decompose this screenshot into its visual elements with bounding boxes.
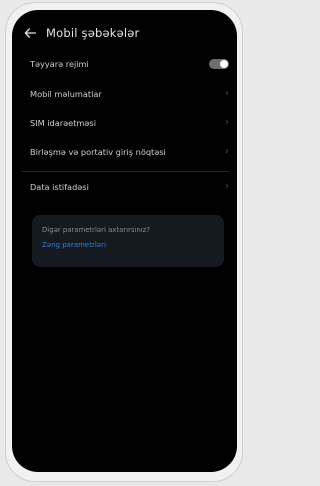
- airplane-mode-row[interactable]: Təyyarə rejimi: [30, 53, 229, 75]
- back-arrow-icon[interactable]: [22, 25, 38, 41]
- tethering-hotspot-row[interactable]: Birləşmə və portativ giriş nöqtəsi ›: [30, 141, 229, 163]
- suggestion-question: Digər parametrləri axtarırsınız?: [42, 226, 150, 234]
- airplane-mode-label: Təyyarə rejimi: [30, 59, 89, 69]
- top-bar: Mobil şəbəkələr: [22, 22, 139, 44]
- chevron-right-icon: ›: [225, 181, 229, 192]
- call-settings-link[interactable]: Zəng parametrləri: [42, 241, 106, 249]
- data-usage-label: Data istifadəsi: [30, 182, 89, 192]
- phone-screen: Mobil şəbəkələr Təyyarə rejimi Mobil məl…: [12, 10, 237, 472]
- mobile-data-label: Mobil məlumatlar: [30, 89, 102, 99]
- sim-management-row[interactable]: SIM idarəetməsi ›: [30, 112, 229, 134]
- airplane-mode-toggle[interactable]: [209, 59, 229, 69]
- sim-management-label: SIM idarəetməsi: [30, 118, 96, 128]
- toggle-knob: [220, 60, 228, 68]
- suggestion-card: Digər parametrləri axtarırsınız? Zəng pa…: [32, 215, 224, 267]
- tethering-hotspot-label: Birləşmə və portativ giriş nöqtəsi: [30, 147, 166, 157]
- mobile-data-row[interactable]: Mobil məlumatlar ›: [30, 83, 229, 105]
- section-divider: [22, 171, 229, 172]
- chevron-right-icon: ›: [225, 88, 229, 99]
- page-title: Mobil şəbəkələr: [46, 26, 140, 40]
- data-usage-row[interactable]: Data istifadəsi ›: [30, 176, 229, 198]
- chevron-right-icon: ›: [225, 117, 229, 128]
- chevron-right-icon: ›: [225, 146, 229, 157]
